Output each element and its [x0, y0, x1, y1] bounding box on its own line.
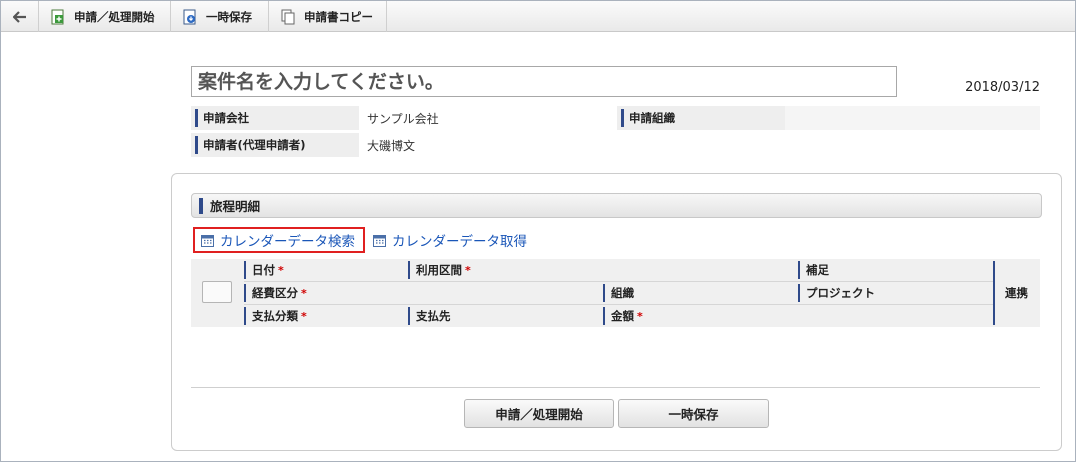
col-link: 連携 — [993, 259, 1040, 327]
company-label: 申請会社 — [191, 106, 359, 130]
grid-divider — [244, 304, 994, 305]
itinerary-grid-header: 日付 * 利用区間 * 補足 経費区分 * 組織 プロジェクト 支払分類 * 支払先 金… — [191, 259, 1040, 327]
col-amount-label: 金額 — [611, 309, 634, 323]
calendar-search-link[interactable]: カレンダーデータ検索 — [193, 227, 365, 253]
col-org: 組織 — [603, 283, 634, 303]
col-pay-type-label: 支払分類 — [252, 309, 298, 323]
arrow-left-icon — [12, 10, 26, 23]
copy-icon — [281, 9, 295, 24]
document-save-icon — [183, 9, 196, 24]
col-note: 補足 — [798, 260, 829, 280]
org-value — [785, 106, 1040, 130]
calendar-icon — [373, 234, 386, 247]
col-payee-label: 支払先 — [416, 309, 451, 323]
col-date: 日付 * — [244, 260, 284, 280]
toolbar-apply-button[interactable]: 申請／処理開始 — [39, 1, 171, 32]
required-mark: * — [465, 263, 471, 277]
calendar-fetch-link[interactable]: カレンダーデータ取得 — [371, 227, 527, 253]
calendar-icon — [201, 234, 214, 247]
document-add-icon — [51, 9, 64, 24]
col-project-label: プロジェクト — [806, 286, 875, 300]
application-date: 2018/03/12 — [965, 80, 1040, 95]
col-amount: 金額 * — [603, 306, 643, 326]
select-all-checkbox[interactable] — [202, 281, 232, 303]
col-payee: 支払先 — [408, 306, 451, 326]
apply-button[interactable]: 申請／処理開始 — [464, 399, 614, 428]
col-pay-type: 支払分類 * — [244, 306, 307, 326]
col-expense-type-label: 経費区分 — [252, 286, 298, 300]
save-button[interactable]: 一時保存 — [618, 399, 769, 428]
toolbar-apply-label: 申請／処理開始 — [74, 9, 155, 24]
footer-divider — [191, 387, 1040, 388]
applicant-label: 申請者(代理申請者) — [191, 133, 359, 157]
col-org-label: 組織 — [611, 286, 634, 300]
col-route-label: 利用区間 — [416, 263, 462, 277]
org-label: 申請組織 — [617, 106, 785, 130]
toolbar-save-button[interactable]: 一時保存 — [171, 1, 269, 32]
info-row-company: 申請会社 サンプル会社 申請組織 — [191, 106, 1040, 130]
calendar-fetch-label: カレンダーデータ取得 — [392, 234, 527, 250]
toolbar-copy-label: 申請書コピー — [304, 9, 373, 24]
col-route: 利用区間 * — [408, 260, 471, 280]
col-expense-type: 経費区分 * — [244, 283, 307, 303]
company-value: サンプル会社 — [367, 111, 439, 126]
section-title: 旅程明細 — [191, 193, 1042, 218]
info-row-applicant: 申請者(代理申請者) 大磯博文 — [191, 133, 1040, 157]
back-button[interactable] — [1, 1, 39, 32]
required-mark: * — [278, 263, 284, 277]
case-title-input[interactable] — [191, 66, 897, 97]
col-project: プロジェクト — [798, 283, 875, 303]
toolbar-save-label: 一時保存 — [206, 9, 252, 24]
calendar-search-label: カレンダーデータ検索 — [220, 234, 355, 250]
required-mark: * — [301, 286, 307, 300]
col-link-label: 連携 — [1005, 286, 1028, 300]
col-note-label: 補足 — [806, 263, 829, 277]
applicant-info-table: 申請会社 サンプル会社 申請組織 申請者(代理申請者) 大磯博文 — [191, 106, 1040, 160]
required-mark: * — [301, 309, 307, 323]
toolbar: 申請／処理開始 一時保存 申請書コピー — [1, 1, 1075, 32]
applicant-value: 大磯博文 — [367, 138, 416, 153]
grid-divider — [244, 281, 994, 282]
required-mark: * — [637, 309, 643, 323]
toolbar-copy-button[interactable]: 申請書コピー — [269, 1, 387, 32]
col-date-label: 日付 — [252, 263, 275, 277]
